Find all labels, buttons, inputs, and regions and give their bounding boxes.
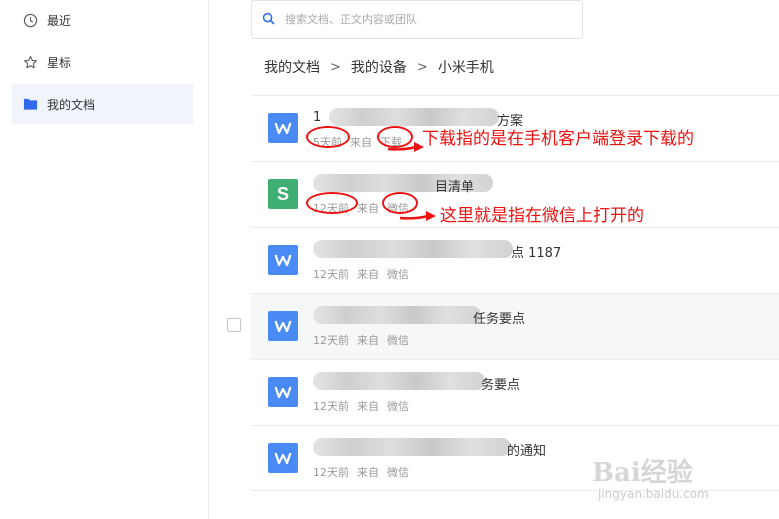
word-doc-icon: [268, 443, 298, 473]
file-row[interactable]: 任务要点 12天前 来自 微信: [251, 293, 779, 359]
annotation-circle: [306, 192, 358, 214]
spreadsheet-icon: S: [268, 179, 298, 209]
redacted-title: [313, 372, 485, 390]
sidebar-item-recent[interactable]: 最近: [12, 0, 193, 40]
search-input[interactable]: [285, 13, 565, 26]
redacted-title: [313, 438, 511, 456]
file-from: 来自: [357, 334, 379, 347]
annotation-wechat-text: 这里就是指在微信上打开的: [440, 206, 644, 226]
file-from: 来自: [350, 136, 372, 149]
breadcrumb: 我的文档 > 我的设备 > 小米手机: [264, 57, 494, 77]
file-time: 12天前: [313, 466, 349, 479]
word-doc-icon: [268, 377, 298, 407]
file-title-suffix: 的通知: [507, 444, 547, 459]
file-title-suffix: 点 1187: [511, 246, 562, 261]
file-from: 来自: [357, 202, 379, 215]
sidebar-item-my-documents[interactable]: 我的文档: [12, 84, 193, 124]
star-icon: [22, 54, 38, 70]
file-meta: 12天前 来自 微信: [313, 332, 417, 348]
chevron-right-icon: >: [330, 59, 341, 75]
file-from: 来自: [357, 400, 379, 413]
word-doc-icon: [268, 245, 298, 275]
file-title-suffix: 目清单: [435, 180, 475, 195]
redacted-title: [313, 240, 513, 258]
word-doc-icon: [268, 311, 298, 341]
file-time: 12天前: [313, 268, 349, 281]
file-from: 来自: [357, 466, 379, 479]
annotation-circle: [306, 126, 350, 148]
sidebar-item-label: 我的文档: [47, 97, 96, 112]
breadcrumb-item-my-devices[interactable]: 我的设备: [351, 57, 407, 77]
arrow-icon: [387, 142, 424, 152]
file-meta: 12天前 来自 微信: [313, 398, 417, 414]
annotation-download-text: 下载指的是在手机客户端登录下载的: [422, 129, 694, 149]
chevron-right-icon: >: [416, 59, 428, 75]
file-source: 微信: [387, 268, 409, 281]
file-meta: 12天前 来自 微信: [313, 464, 417, 480]
word-doc-icon: [268, 113, 298, 143]
arrow-icon: [399, 211, 436, 221]
file-source: 微信: [387, 334, 409, 347]
file-source: 微信: [387, 400, 409, 413]
clock-icon: [22, 12, 38, 28]
file-title: 1: [313, 110, 322, 125]
folder-icon: [22, 96, 38, 112]
file-time: 12天前: [313, 400, 349, 413]
file-row[interactable]: 的通知 12天前 来自 微信: [251, 425, 779, 491]
search-box[interactable]: [251, 0, 583, 39]
watermark-logo: Bai经验: [592, 458, 693, 488]
file-title-suffix: 任务要点: [473, 312, 526, 327]
file-from: 来自: [357, 268, 379, 281]
file-source: 微信: [387, 466, 409, 479]
file-row[interactable]: 务要点 12天前 来自 微信: [251, 359, 779, 425]
sidebar-item-label: 星标: [47, 55, 72, 70]
sidebar-item-label: 最近: [47, 13, 72, 28]
breadcrumb-item-phone: 小米手机: [437, 60, 494, 76]
file-title-suffix: 务要点: [481, 378, 521, 393]
file-row[interactable]: 点 1187 12天前 来自 微信: [251, 227, 779, 293]
breadcrumb-item-my-documents[interactable]: 我的文档: [264, 57, 320, 77]
sidebar: 最近 星标 我的文档: [0, 0, 209, 519]
redacted-title: [313, 306, 481, 324]
watermark-url: jingyan.baidu.com: [598, 487, 709, 501]
file-time: 12天前: [313, 334, 349, 347]
sidebar-item-starred[interactable]: 星标: [12, 42, 193, 82]
row-checkbox[interactable]: [227, 318, 241, 332]
search-icon: [262, 10, 275, 29]
file-meta: 12天前 来自 微信: [313, 266, 417, 282]
